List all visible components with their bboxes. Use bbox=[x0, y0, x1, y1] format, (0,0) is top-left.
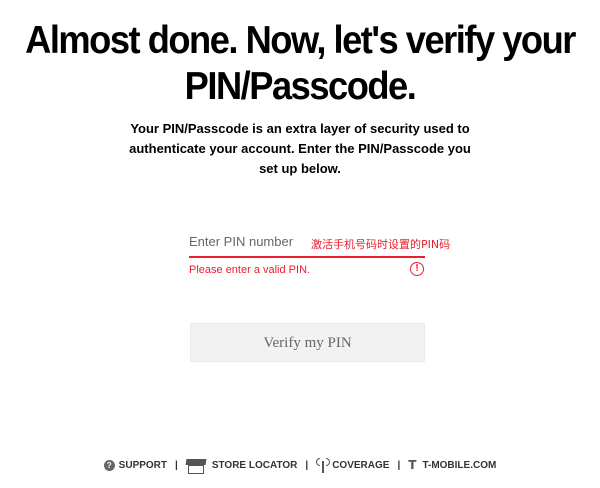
page-title: Almost done. Now, let's verify your PIN/… bbox=[21, 18, 579, 110]
tmobile-logo-icon: T bbox=[408, 458, 417, 472]
page-title-line-1: Almost done. Now, let's verify your bbox=[25, 19, 576, 62]
footer-links: ? SUPPORT | STORE LOCATOR | COVERAGE | T… bbox=[0, 454, 600, 476]
tmobile-link[interactable]: T T-MOBILE.COM bbox=[408, 458, 496, 472]
pin-field: 激活手机号码时设置的PIN码 bbox=[189, 228, 450, 258]
store-locator-link[interactable]: STORE LOCATOR bbox=[185, 456, 298, 474]
store-icon bbox=[185, 456, 207, 474]
support-label: SUPPORT bbox=[118, 459, 168, 471]
pin-input[interactable] bbox=[189, 228, 307, 254]
verify-pin-button[interactable]: Verify my PIN bbox=[190, 323, 425, 362]
store-locator-label: STORE LOCATOR bbox=[211, 459, 298, 471]
pin-hint: 激活手机号码时设置的PIN码 bbox=[311, 238, 451, 251]
coverage-label: COVERAGE bbox=[332, 459, 390, 471]
footer-separator: | bbox=[397, 459, 401, 471]
footer-separator: | bbox=[175, 459, 178, 471]
intro-text: Your PIN/Passcode is an extra layer of s… bbox=[129, 121, 471, 176]
footer-separator: | bbox=[305, 459, 309, 471]
pin-error-message: Please enter a valid PIN. bbox=[189, 264, 311, 276]
support-link[interactable]: ? SUPPORT bbox=[103, 459, 168, 471]
pin-error: Please enter a valid PIN. ! bbox=[189, 262, 425, 278]
error-circle-icon: ! bbox=[410, 262, 424, 276]
coverage-link[interactable]: COVERAGE bbox=[316, 457, 389, 473]
tmobile-label: T-MOBILE.COM bbox=[422, 459, 497, 471]
help-icon: ? bbox=[103, 459, 115, 471]
cell-tower-icon bbox=[316, 457, 331, 473]
page-title-line-2: PIN/Passcode. bbox=[184, 65, 417, 108]
